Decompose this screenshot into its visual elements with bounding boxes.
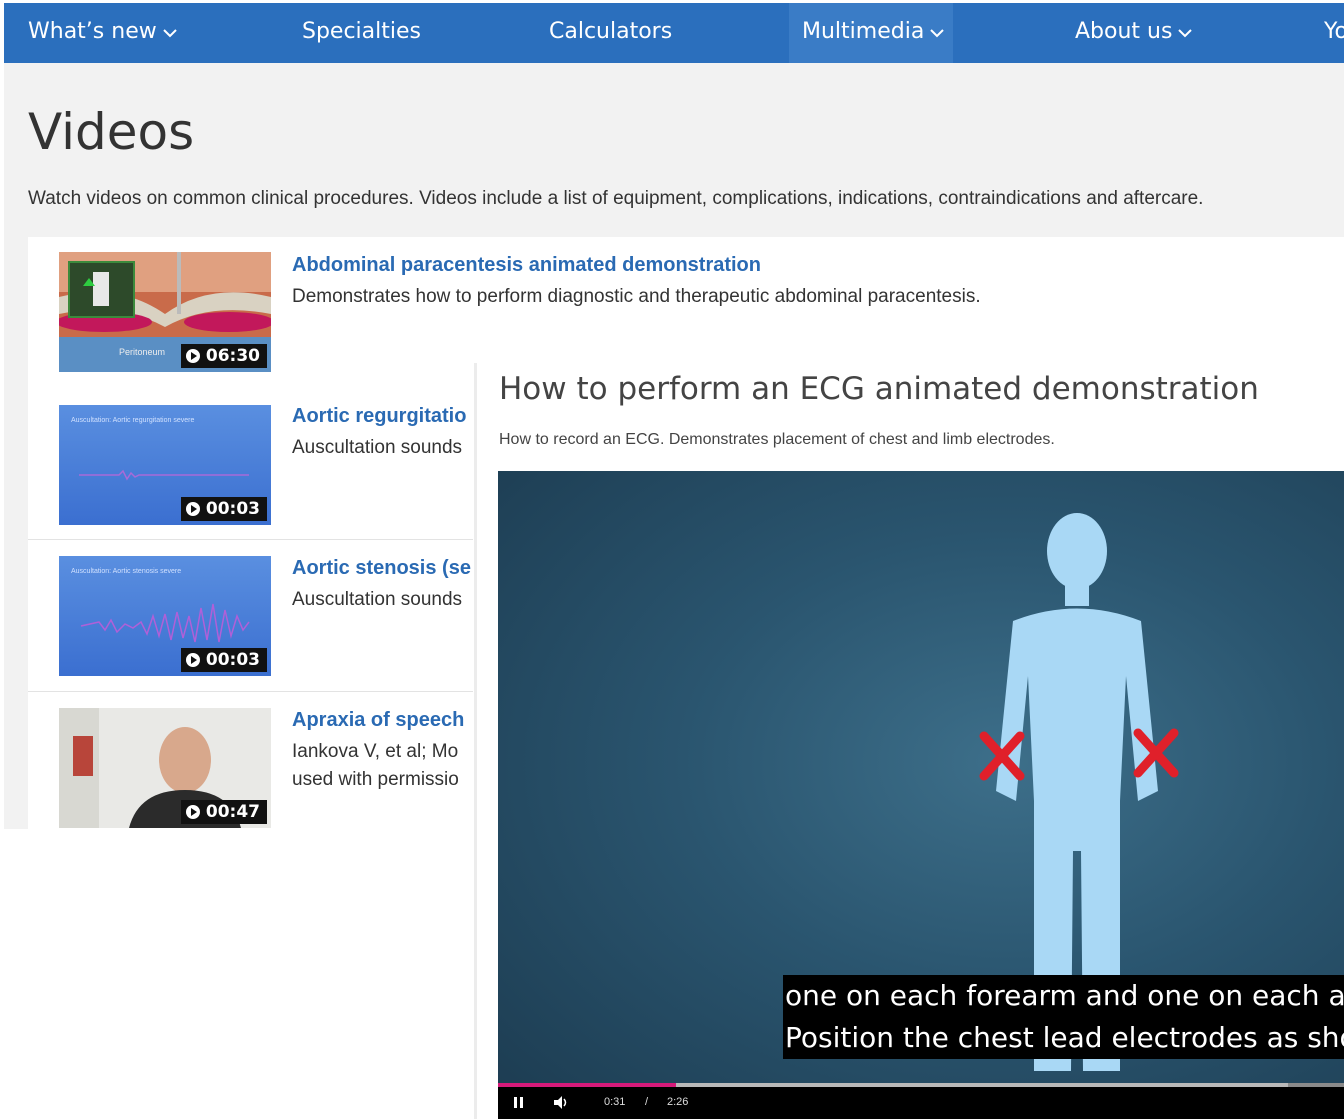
video-overlay-panel: How to perform an ECG animated demonstra…: [474, 363, 1344, 1119]
video-captions: one on each forearm and one on each ankl…: [783, 975, 1344, 1059]
video-list-item[interactable]: Auscultation: Aortic stenosis severe 00:…: [28, 540, 473, 692]
page-title: Videos: [28, 103, 195, 161]
video-title-link[interactable]: Aortic regurgitatio: [292, 405, 473, 428]
duration-badge: 06:30: [180, 344, 267, 368]
video-description: Iankova V, et al; Mo used with permissio: [292, 738, 473, 794]
duration-badge: 00:03: [180, 648, 267, 672]
pause-icon[interactable]: [514, 1097, 524, 1111]
nav-label: Yo: [1324, 19, 1344, 44]
video-thumbnail[interactable]: 00:47: [59, 708, 271, 828]
video-title-link[interactable]: Aortic stenosis (se: [292, 557, 473, 580]
nav-label: Calculators: [549, 19, 673, 44]
nav-item-calculators[interactable]: Calculators: [549, 3, 672, 63]
description-line: Iankova V, et al; Mo: [292, 741, 459, 762]
nav-item-whats-new[interactable]: What’s new: [28, 3, 177, 63]
video-title-link[interactable]: Abdominal paracentesis animated demonstr…: [292, 254, 761, 277]
time-separator: /: [645, 1096, 649, 1108]
total-time: 2:26: [667, 1096, 689, 1108]
nav-item-about-us[interactable]: About us: [1075, 3, 1193, 63]
play-icon: [185, 502, 200, 516]
overlay-video-title: How to perform an ECG animated demonstra…: [499, 371, 1259, 407]
play-icon: [185, 805, 200, 819]
nav-label: Specialties: [302, 19, 422, 44]
nav-item-multimedia[interactable]: Multimedia: [789, 3, 953, 63]
duration-text: 06:30: [205, 346, 260, 366]
chevron-down-icon: [930, 3, 945, 61]
nav-label: Multimedia: [802, 19, 925, 44]
duration-text: 00:47: [205, 802, 260, 822]
thumbnail-text: Peritoneum: [119, 347, 165, 357]
page-description: Watch videos on common clinical procedur…: [28, 188, 1204, 209]
player-controls: 0:31 / 2:26: [498, 1087, 1344, 1119]
video-thumbnail[interactable]: Auscultation: Aortic stenosis severe 00:…: [59, 556, 271, 676]
video-thumbnail[interactable]: Auscultation: Aortic regurgitation sever…: [59, 405, 271, 525]
video-description: Demonstrates how to perform diagnostic a…: [292, 286, 981, 307]
duration-text: 00:03: [205, 499, 260, 519]
video-thumbnail[interactable]: Peritoneum 06:30: [59, 252, 271, 372]
play-icon: [185, 349, 200, 363]
overlay-video-description: How to record an ECG. Demonstrates place…: [499, 431, 1055, 448]
nav-label: About us: [1075, 19, 1173, 44]
video-description: Auscultation sounds: [292, 437, 463, 458]
thumbnail-text: Auscultation: Aortic stenosis severe: [71, 568, 181, 575]
video-player[interactable]: one on each forearm and one on each ankl…: [498, 471, 1344, 1119]
caption-line: one on each forearm and one on each ankl: [785, 979, 1344, 1012]
description-line: used with permissio: [292, 769, 459, 790]
duration-text: 00:03: [205, 650, 260, 670]
video-title-link[interactable]: Apraxia of speech: [292, 709, 473, 732]
thumbnail-text: Auscultation: Aortic regurgitation sever…: [71, 417, 194, 424]
duration-badge: 00:47: [180, 800, 267, 824]
chevron-down-icon: [163, 3, 177, 61]
duration-badge: 00:03: [180, 497, 267, 521]
current-time: 0:31: [604, 1096, 626, 1108]
top-navigation: What’s new Specialties Calculators Multi…: [4, 3, 1344, 63]
play-icon: [185, 653, 200, 667]
chevron-down-icon: [1178, 3, 1193, 61]
nav-label: What’s new: [28, 19, 157, 44]
nav-item-specialties[interactable]: Specialties: [302, 3, 421, 63]
volume-icon[interactable]: [554, 1096, 570, 1112]
caption-line: Position the chest lead electrodes as sh…: [785, 1021, 1344, 1054]
video-description: Auscultation sounds: [292, 589, 463, 610]
video-list-item[interactable]: 00:47 Apraxia of speech Iankova V, et al…: [28, 692, 473, 843]
video-list-item[interactable]: Auscultation: Aortic regurgitation sever…: [28, 388, 473, 540]
nav-item-your-account[interactable]: Yo: [1324, 3, 1344, 63]
